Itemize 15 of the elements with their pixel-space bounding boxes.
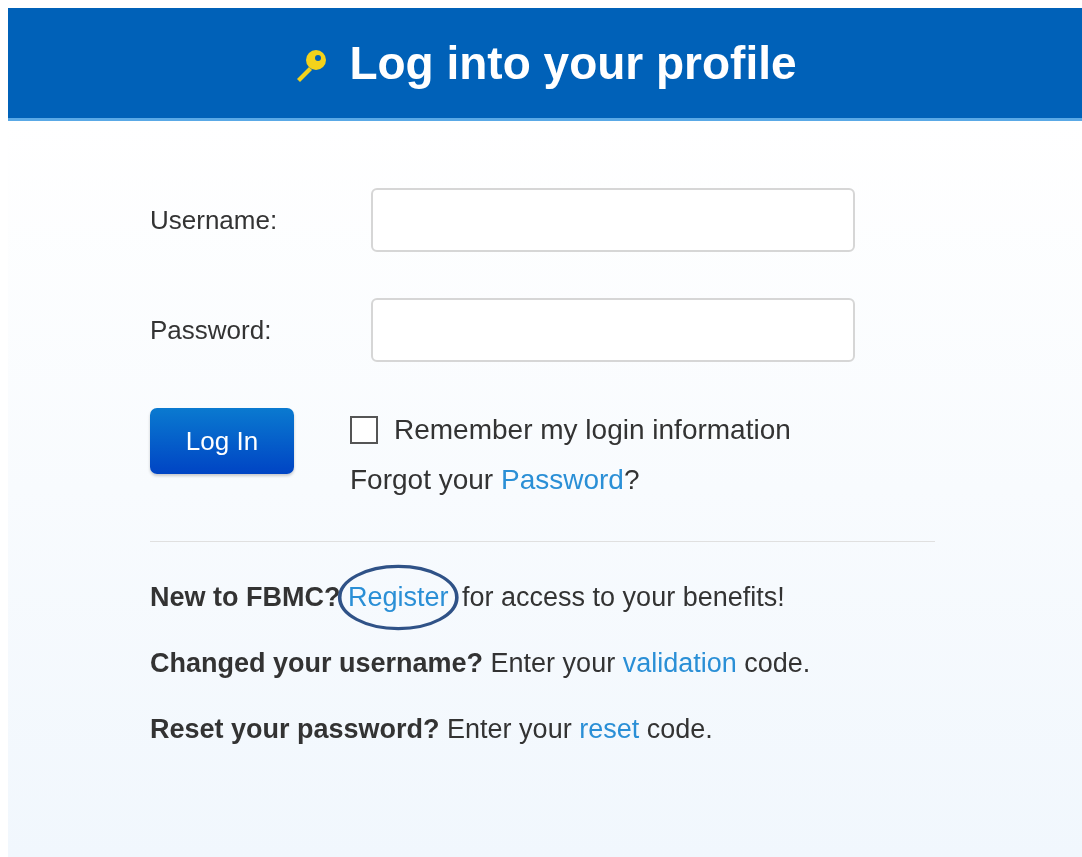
help-text: Changed your username? Enter your validation code.	[150, 648, 812, 680]
remember-checkbox[interactable]	[350, 416, 378, 444]
login-button[interactable]: Log In	[150, 408, 294, 474]
field-label: Username:	[150, 204, 279, 236]
help-link[interactable]: validation	[622, 648, 737, 678]
page-title: Log into your profile	[349, 36, 797, 90]
field-label: Password:	[150, 314, 273, 346]
password-field[interactable]	[371, 298, 855, 362]
username-field[interactable]	[371, 188, 855, 252]
help-text: New to FBMC? Register for access to your benefits!	[150, 582, 1082, 620]
help-text: Reset your password? Enter your reset code.	[150, 714, 714, 746]
help-link[interactable]: reset	[579, 714, 640, 744]
forgot-text: Forgot your Password?	[350, 464, 641, 496]
password-link[interactable]: Password	[500, 464, 624, 495]
checkbox-label: Remember my login information	[394, 414, 791, 446]
